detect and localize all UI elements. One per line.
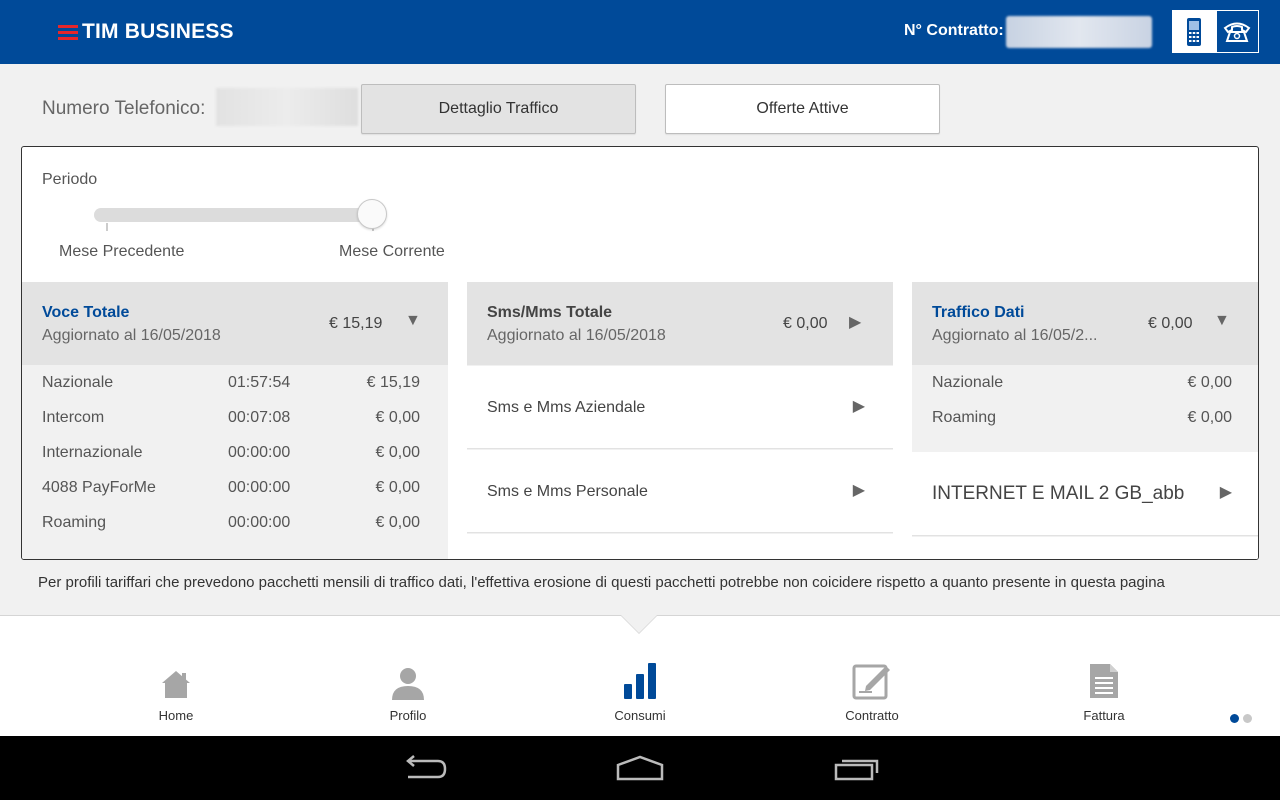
table-row: Roaming 00:00:00 € 0,00 [42, 514, 420, 531]
nav-fattura[interactable]: Fattura [1044, 656, 1164, 723]
list-item[interactable]: Sms e Mms Aziendale ▶ [467, 366, 893, 449]
sms-updated: Aggiornato al 16/05/2018 [487, 327, 666, 344]
app-header: TIM BUSINESS N° Contratto: [0, 0, 1280, 64]
dati-column: Traffico Dati Aggiornato al 16/05/2... €… [912, 282, 1258, 559]
tim-business-logo: TIM BUSINESS [58, 18, 234, 46]
periodo-label: Periodo [42, 171, 98, 188]
voce-updated: Aggiornato al 16/05/2018 [42, 327, 221, 344]
recent-apps-button[interactable] [827, 752, 887, 784]
page-dot [1243, 714, 1252, 723]
data-disclaimer: Per profili tariffari che prevedono pacc… [38, 574, 1165, 591]
voce-column: Voce Totale Aggiornato al 16/05/2018 € 1… [22, 282, 448, 559]
dati-header[interactable]: Traffico Dati Aggiornato al 16/05/2... €… [912, 282, 1258, 365]
recent-apps-icon [834, 759, 879, 781]
expand-arrow-icon[interactable]: ▶ [849, 312, 861, 332]
user-icon [392, 668, 424, 700]
dati-updated: Aggiornato al 16/05/2... [932, 327, 1098, 344]
traffic-panel: Periodo Mese Precedente Mese Corrente Vo… [21, 146, 1259, 560]
tim-logo-icon [58, 24, 78, 40]
collapse-arrow-icon[interactable]: ▼ [1214, 312, 1230, 330]
contract-label: N° Contratto: [904, 22, 1004, 39]
nav-consumi[interactable]: Consumi [580, 656, 700, 723]
back-button[interactable] [394, 752, 454, 784]
mese-precedente-label[interactable]: Mese Precedente [59, 243, 184, 261]
list-item [467, 534, 893, 559]
active-tab-pointer-fill [621, 615, 657, 633]
slider-tick-prev [106, 223, 108, 231]
line-type-toggle[interactable] [1172, 10, 1259, 53]
home-outline-icon [616, 755, 664, 781]
nav-profilo-label: Profilo [389, 708, 427, 723]
period-slider-thumb[interactable] [357, 199, 387, 229]
table-row: Intercom 00:07:08 € 0,00 [42, 409, 420, 426]
home-system-button[interactable] [610, 752, 670, 784]
sms-personale-label: Sms e Mms Personale [487, 483, 648, 500]
offerte-attive-button[interactable]: Offerte Attive [665, 84, 940, 134]
page-dot-active [1230, 714, 1239, 723]
chevron-right-icon: ▶ [1219, 484, 1232, 501]
phone-number-label: Numero Telefonico: [42, 98, 206, 119]
page-indicator [1230, 714, 1252, 723]
table-row: Nazionale € 0,00 [932, 374, 1232, 391]
table-row: Internazionale 00:00:00 € 0,00 [42, 444, 420, 461]
collapse-arrow-icon[interactable]: ▼ [405, 312, 421, 330]
mese-corrente-label[interactable]: Mese Corrente [339, 243, 445, 261]
dati-amount: € 0,00 [1148, 315, 1193, 332]
landline-button[interactable] [1215, 11, 1258, 52]
sms-amount: € 0,00 [783, 315, 828, 332]
contract-number-redacted [1006, 16, 1152, 48]
nav-consumi-label: Consumi [614, 708, 666, 723]
voce-amount: € 15,19 [329, 315, 383, 332]
table-row: Roaming € 0,00 [932, 409, 1232, 426]
dati-title: Traffico Dati [932, 304, 1025, 321]
sms-header[interactable]: Sms/Mms Totale Aggiornato al 16/05/2018 … [467, 282, 893, 365]
phone-number-redacted [216, 88, 358, 126]
back-arrow-icon [406, 755, 447, 779]
mobile-line-button[interactable] [1173, 11, 1216, 52]
table-row: Nazionale 01:57:54 € 15,19 [42, 374, 420, 391]
bar-chart-icon [624, 663, 656, 699]
nav-home-label: Home [158, 708, 194, 723]
list-item[interactable]: INTERNET E MAIL 2 GB_abb ▶ [912, 452, 1258, 536]
contract-edit-icon [852, 664, 890, 700]
nav-contratto-label: Contratto [845, 708, 899, 723]
sms-title: Sms/Mms Totale [487, 304, 613, 321]
nav-profilo[interactable]: Profilo [348, 656, 468, 723]
nav-home[interactable]: Home [116, 656, 236, 723]
home-icon [162, 671, 190, 698]
period-slider-track[interactable] [94, 208, 386, 222]
android-navigation-bar [0, 736, 1280, 800]
nav-contratto[interactable]: Contratto [812, 656, 932, 723]
logo-text: TIM BUSINESS [82, 20, 234, 43]
list-item[interactable]: Sms e Mms Personale ▶ [467, 450, 893, 533]
nav-fattura-label: Fattura [1083, 708, 1125, 723]
sms-column: Sms/Mms Totale Aggiornato al 16/05/2018 … [467, 282, 893, 559]
landline-phone-icon [1223, 22, 1251, 42]
invoice-document-icon [1090, 664, 1118, 698]
chevron-right-icon: ▶ [852, 398, 865, 415]
chevron-right-icon: ▶ [852, 482, 865, 499]
voce-header[interactable]: Voce Totale Aggiornato al 16/05/2018 € 1… [22, 282, 448, 365]
offer-label: INTERNET E MAIL 2 GB_abb [932, 483, 1185, 504]
table-row: 4088 PayForMe 00:00:00 € 0,00 [42, 479, 420, 496]
list-item [912, 537, 1258, 559]
bottom-navigation: Home Profilo Consumi Contratto Fattura [0, 615, 1280, 736]
voce-title: Voce Totale [42, 304, 130, 321]
dettaglio-traffico-button[interactable]: Dettaglio Traffico [361, 84, 636, 134]
sms-aziendale-label: Sms e Mms Aziendale [487, 399, 646, 416]
mobile-phone-icon [1187, 17, 1202, 46]
